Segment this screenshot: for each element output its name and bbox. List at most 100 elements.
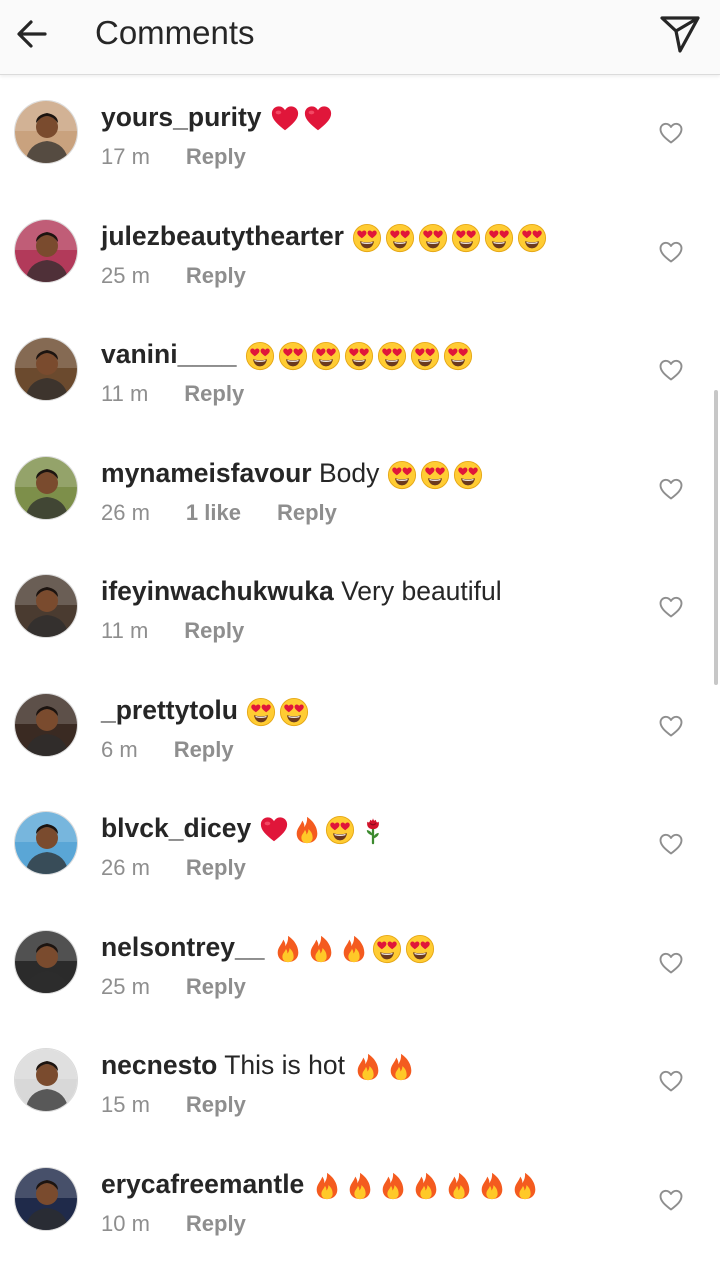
avatar[interactable] bbox=[14, 1048, 78, 1112]
arrow-left-icon bbox=[17, 20, 47, 48]
comment-emojis bbox=[262, 102, 333, 132]
fire-emoji-icon bbox=[444, 1171, 474, 1201]
heart-eyes-emoji-icon bbox=[377, 341, 407, 371]
comment-username[interactable]: vanini____ bbox=[101, 339, 237, 369]
fire-emoji-icon bbox=[477, 1171, 507, 1201]
heart-eyes-emoji-icon bbox=[245, 341, 275, 371]
comment-row: julezbeautythearter 25 m Reply bbox=[0, 195, 720, 314]
comment-line: julezbeautythearter bbox=[101, 219, 547, 253]
comment-emojis bbox=[238, 695, 309, 727]
reply-button[interactable]: Reply bbox=[186, 261, 246, 291]
comment-time: 15 m bbox=[101, 1092, 150, 1117]
avatar[interactable] bbox=[14, 1166, 78, 1231]
reply-button[interactable]: Reply bbox=[186, 1209, 246, 1239]
share-button[interactable] bbox=[656, 10, 704, 58]
comment-row: nelsontrey__ 25 m Reply bbox=[0, 906, 720, 1025]
reply-button[interactable]: Reply bbox=[186, 972, 246, 1002]
reply-button[interactable]: Reply bbox=[186, 142, 246, 172]
avatar[interactable] bbox=[14, 929, 78, 994]
like-comment-button[interactable] bbox=[656, 355, 686, 385]
comment-username[interactable]: julezbeautythearter bbox=[101, 221, 344, 251]
reply-button[interactable]: Reply bbox=[186, 1090, 246, 1120]
comment-username[interactable]: necnesto bbox=[101, 1050, 217, 1080]
comment-row: yours_purity 17 m Reply bbox=[0, 76, 720, 195]
comment-text: Body bbox=[319, 457, 380, 488]
comment-username[interactable]: mynameisfavour bbox=[101, 458, 312, 488]
heart-eyes-emoji-icon bbox=[246, 697, 276, 727]
like-comment-button[interactable] bbox=[656, 1185, 686, 1215]
heart-eyes-emoji-icon bbox=[279, 697, 309, 727]
like-comment-button[interactable] bbox=[656, 711, 686, 741]
reply-button[interactable]: Reply bbox=[184, 379, 244, 409]
like-comment-button[interactable] bbox=[656, 474, 686, 504]
reply-button[interactable]: Reply bbox=[277, 498, 337, 528]
heart-eyes-emoji-icon bbox=[372, 934, 402, 964]
comment-meta: 26 m 1 like Reply bbox=[101, 498, 373, 528]
comment-username[interactable]: blvck_dicey bbox=[101, 813, 251, 843]
back-button[interactable] bbox=[10, 12, 54, 56]
heart-eyes-emoji-icon bbox=[410, 341, 440, 371]
heart-outline-icon bbox=[659, 359, 683, 381]
fire-emoji-icon bbox=[386, 1052, 416, 1082]
like-comment-button[interactable] bbox=[656, 1066, 686, 1096]
comment-row: necnesto This is hot 15 m Reply bbox=[0, 1024, 720, 1143]
comment-username[interactable]: erycafreemantle bbox=[101, 1169, 304, 1199]
comment-likes-count[interactable]: 1 like bbox=[186, 498, 241, 528]
fire-emoji-icon bbox=[292, 815, 322, 845]
comments-list: yours_purity 17 m Reply julezbeautythearte… bbox=[0, 76, 720, 1261]
heart-outline-icon bbox=[659, 241, 683, 262]
avatar[interactable] bbox=[14, 337, 78, 401]
avatar[interactable] bbox=[14, 692, 78, 757]
comment-meta: 25 m Reply bbox=[101, 972, 282, 1002]
fire-emoji-icon bbox=[312, 1171, 342, 1201]
heart-eyes-emoji-icon bbox=[311, 341, 341, 371]
heart-eyes-emoji-icon bbox=[418, 223, 448, 253]
comment-emojis bbox=[379, 458, 483, 490]
heart-eyes-emoji-icon bbox=[405, 934, 435, 964]
comment-emojis bbox=[304, 1169, 540, 1199]
heart-outline-icon bbox=[659, 1070, 683, 1092]
reply-button[interactable]: Reply bbox=[186, 853, 246, 883]
comment-username[interactable]: _prettytolu bbox=[101, 695, 238, 725]
reply-button[interactable]: Reply bbox=[174, 735, 234, 765]
like-comment-button[interactable] bbox=[656, 948, 686, 978]
comment-username[interactable]: ifeyinwachukwuka bbox=[101, 576, 334, 606]
comment-time: 11 m bbox=[101, 381, 149, 406]
comment-line: mynameisfavour Body bbox=[101, 456, 483, 490]
avatar[interactable] bbox=[14, 811, 78, 875]
comment-emojis bbox=[251, 813, 388, 845]
comment-row: erycafreemantle 10 m Reply bbox=[0, 1143, 720, 1262]
heart-eyes-emoji-icon bbox=[387, 460, 417, 490]
comment-time: 10 m bbox=[101, 1210, 150, 1236]
avatar[interactable] bbox=[14, 100, 78, 164]
like-comment-button[interactable] bbox=[656, 118, 686, 148]
heart-eyes-emoji-icon bbox=[420, 460, 450, 490]
comment-time: 6 m bbox=[101, 736, 138, 762]
comment-line: necnesto This is hot bbox=[101, 1048, 416, 1082]
avatar[interactable] bbox=[14, 455, 78, 520]
fire-emoji-icon bbox=[273, 934, 303, 964]
heart-eyes-emoji-icon bbox=[325, 815, 355, 845]
heart-emoji-icon bbox=[303, 104, 333, 134]
comment-username[interactable]: nelsontrey__ bbox=[101, 932, 265, 962]
comment-username[interactable]: yours_purity bbox=[101, 102, 262, 132]
like-comment-button[interactable] bbox=[656, 592, 686, 622]
heart-outline-icon bbox=[659, 952, 683, 973]
comment-row: ifeyinwachukwuka Very beautiful 11 m Reply bbox=[0, 550, 720, 669]
comment-time: 17 m bbox=[101, 144, 150, 169]
comment-meta: 11 m Reply bbox=[101, 616, 280, 646]
comment-meta: 17 m Reply bbox=[101, 142, 282, 172]
avatar[interactable] bbox=[14, 574, 78, 638]
comment-line: vanini____ bbox=[101, 337, 473, 371]
comment-time: 26 m bbox=[101, 855, 150, 880]
reply-button[interactable]: Reply bbox=[184, 616, 244, 646]
avatar[interactable] bbox=[14, 218, 78, 283]
comment-meta: 6 m Reply bbox=[101, 735, 270, 765]
comment-text: Very beautiful bbox=[341, 576, 502, 606]
heart-eyes-emoji-icon bbox=[453, 460, 483, 490]
like-comment-button[interactable] bbox=[656, 237, 686, 267]
scrollbar[interactable] bbox=[714, 390, 718, 685]
like-comment-button[interactable] bbox=[656, 829, 686, 859]
page-title: Comments bbox=[95, 14, 255, 51]
comment-line: erycafreemantle bbox=[101, 1167, 540, 1201]
